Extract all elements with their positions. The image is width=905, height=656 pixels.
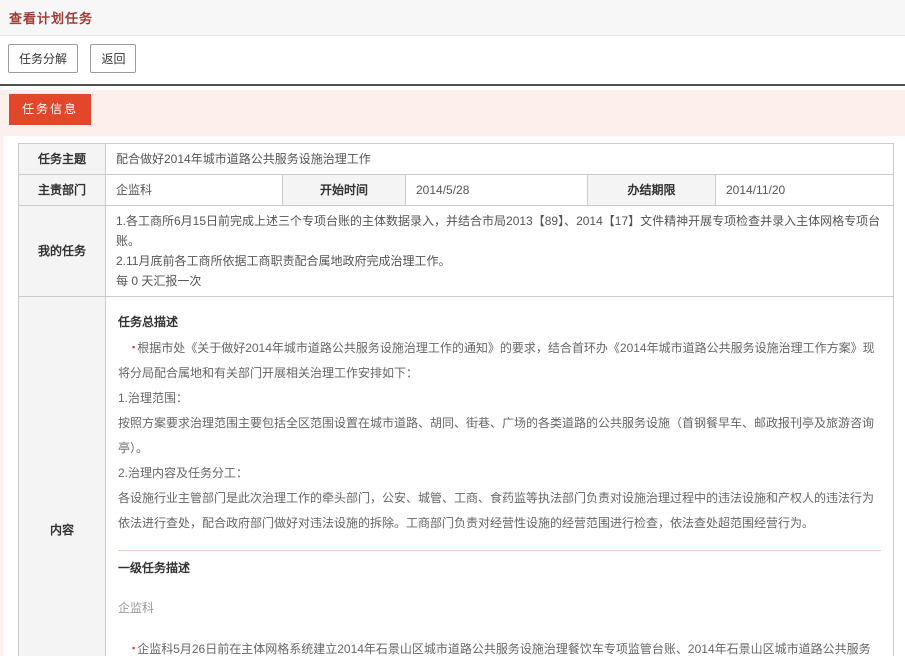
level1-department: 企监科 (118, 596, 881, 621)
start-time-label: 开始时间 (283, 175, 406, 206)
tab-task-info[interactable]: 任务信息 (9, 94, 91, 125)
my-task-label: 我的任务 (19, 206, 106, 297)
deadline-label: 办结期限 (588, 175, 716, 206)
deadline-value: 2014/11/20 (716, 175, 894, 206)
department-value: 企监科 (106, 175, 283, 206)
toolbar: 任务分解 返回 (0, 36, 905, 81)
content-value: 任务总描述 ▪根据市处《关于做好2014年城市道路公共服务设施治理工作的通知》的… (106, 297, 894, 656)
task-decompose-button[interactable]: 任务分解 (8, 44, 78, 73)
view-planned-task-page: 查看计划任务 任务分解 返回 任务信息 任务主题 配合做好2014年城市道路公共… (0, 0, 905, 656)
content-label: 内容 (19, 297, 106, 656)
task-detail-table: 任务主题 配合做好2014年城市道路公共服务设施治理工作 主责部门 企监科 开始… (18, 143, 894, 656)
department-label: 主责部门 (19, 175, 106, 206)
back-button[interactable]: 返回 (90, 44, 136, 73)
my-task-value: 1.各工商所6月15日前完成上述三个专项台账的主体数据录入，并结合市局2013【… (106, 206, 894, 297)
overall-description-heading: 任务总描述 (118, 310, 881, 335)
level1-paragraph: ▪企监科5月26日前在主体网格系统建立2014年石景山区城市道路公共服务设施治理… (118, 636, 881, 656)
my-task-row: 我的任务 1.各工商所6月15日前完成上述三个专项台账的主体数据录入，并结合市局… (19, 206, 894, 297)
level1-text: 企监科5月26日前在主体网格系统建立2014年石景山区城市道路公共服务设施治理餐… (118, 642, 871, 656)
scope-text: 按照方案要求治理范围主要包括全区范围设置在城市道路、胡同、街巷、广场的各类道路的… (118, 411, 881, 461)
tab-strip: 任务信息 (0, 90, 905, 136)
panel-body: 任务主题 配合做好2014年城市道路公共服务设施治理工作 主责部门 企监科 开始… (3, 136, 905, 656)
level1-description-heading: 一级任务描述 (118, 556, 881, 581)
department-row: 主责部门 企监科 开始时间 2014/5/28 办结期限 2014/11/20 (19, 175, 894, 206)
start-time-value: 2014/5/28 (406, 175, 588, 206)
subject-label: 任务主题 (19, 144, 106, 175)
page-title: 查看计划任务 (9, 11, 93, 26)
page-header: 查看计划任务 (0, 0, 905, 36)
my-task-line: 1.各工商所6月15日前完成上述三个专项台账的主体数据录入，并结合市局2013【… (116, 211, 883, 251)
subject-value: 配合做好2014年城市道路公共服务设施治理工作 (106, 144, 894, 175)
toolbar-divider (0, 84, 905, 86)
my-task-line: 2.11月底前各工商所依据工商职责配合属地政府完成治理工作。 (116, 251, 883, 271)
my-task-line: 每 0 天汇报一次 (116, 271, 883, 291)
division-heading: 2.治理内容及任务分工： (118, 461, 881, 486)
red-bullet-icon: ▪ (132, 342, 135, 352)
section-divider (118, 550, 881, 551)
overall-description-paragraph: ▪根据市处《关于做好2014年城市道路公共服务设施治理工作的通知》的要求，结合首… (118, 335, 881, 386)
scope-heading: 1.治理范围： (118, 386, 881, 411)
overall-description-text: 根据市处《关于做好2014年城市道路公共服务设施治理工作的通知》的要求，结合首环… (118, 341, 875, 380)
red-bullet-icon: ▪ (132, 643, 135, 653)
subject-row: 任务主题 配合做好2014年城市道路公共服务设施治理工作 (19, 144, 894, 175)
division-text: 各设施行业主管部门是此次治理工作的牵头部门，公安、城管、工商、食药监等执法部门负… (118, 486, 881, 536)
content-row: 内容 任务总描述 ▪根据市处《关于做好2014年城市道路公共服务设施治理工作的通… (19, 297, 894, 656)
task-info-panel: 任务信息 任务主题 配合做好2014年城市道路公共服务设施治理工作 主责部门 企… (0, 90, 905, 656)
